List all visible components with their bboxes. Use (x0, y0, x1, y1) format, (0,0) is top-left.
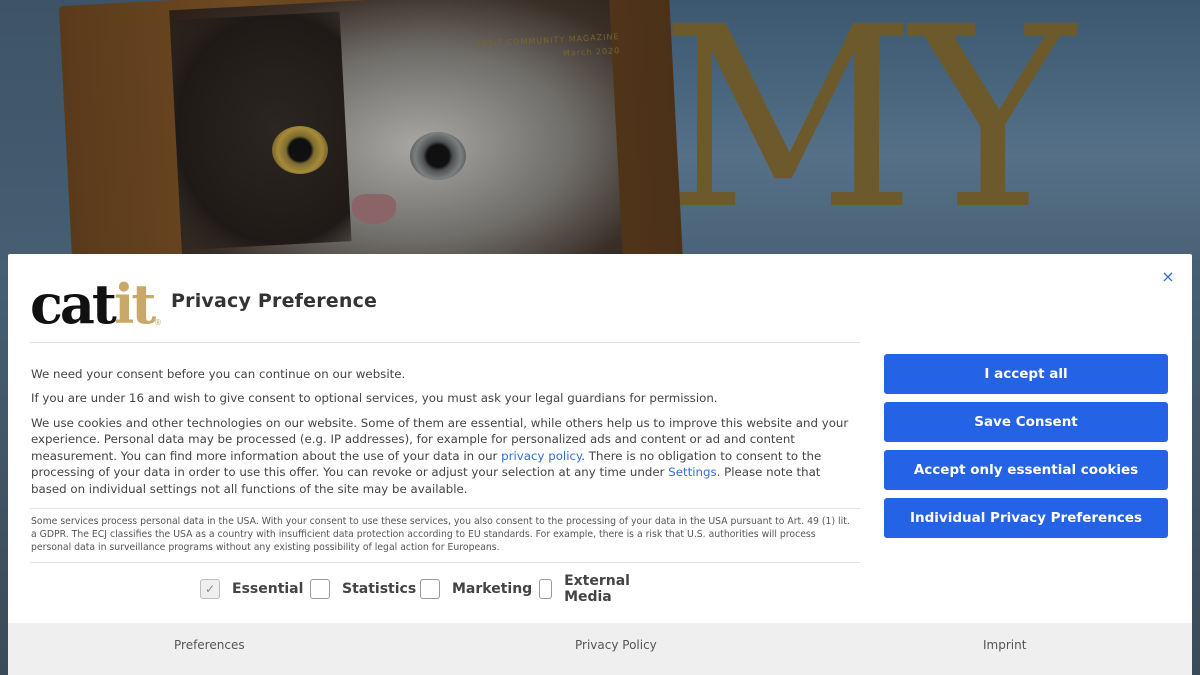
settings-link[interactable]: Settings (668, 465, 716, 479)
checkbox-essential-box: ✓ (200, 579, 220, 599)
cat-nose (352, 194, 396, 224)
divider (30, 562, 860, 563)
cat-eye-right (410, 132, 466, 180)
checkbox-marketing-label[interactable]: Marketing (452, 581, 532, 597)
footer-preferences-link[interactable]: Preferences (174, 638, 245, 652)
logo-text-accent: it (113, 272, 157, 336)
accept-all-button[interactable]: I accept all (884, 354, 1168, 394)
privacy-policy-link[interactable]: privacy policy (501, 449, 581, 463)
footer-imprint-link[interactable]: Imprint (983, 638, 1026, 652)
checkbox-essential-label: Essential (232, 581, 304, 597)
guardian-notice-text: If you are under 16 and wish to give con… (31, 391, 718, 405)
logo-text-main: cat (30, 272, 117, 336)
consent-intro-text: We need your consent before you can cont… (31, 367, 406, 381)
checkbox-statistics-label[interactable]: Statistics (342, 581, 416, 597)
usa-data-transfer-notice: Some services process personal data in t… (31, 516, 850, 553)
checkbox-external-media[interactable]: External Media (539, 573, 637, 605)
footer-privacy-policy-link[interactable]: Privacy Policy (575, 638, 657, 652)
logo-registered-mark: ® (154, 318, 162, 327)
dialog-footer: Preferences Privacy Policy Imprint (8, 623, 1192, 675)
checkbox-external-media-box[interactable] (539, 579, 553, 599)
dialog-title: Privacy Preference (171, 290, 378, 312)
cookie-description-text: We use cookies and other technologies on… (31, 415, 857, 497)
checkbox-statistics-box[interactable] (310, 579, 330, 599)
individual-privacy-preferences-button[interactable]: Individual Privacy Preferences (884, 498, 1168, 538)
accept-essential-button[interactable]: Accept only essential cookies (884, 450, 1168, 490)
checkbox-essential: ✓ Essential (200, 578, 303, 600)
save-consent-button[interactable]: Save Consent (884, 402, 1168, 442)
cat-dark-fur (169, 11, 352, 251)
divider (30, 508, 860, 509)
divider (30, 342, 860, 343)
logo-wordmark: catit (30, 277, 156, 331)
checkbox-marketing-box[interactable] (420, 579, 440, 599)
cat-eye-left (272, 126, 328, 174)
catit-logo: catit ® (30, 277, 165, 331)
background-headline: MY (660, 0, 1075, 264)
checkbox-external-media-label[interactable]: External Media (564, 573, 637, 605)
close-icon[interactable]: × (1159, 268, 1177, 286)
checkbox-marketing[interactable]: Marketing (420, 578, 532, 600)
checkbox-statistics[interactable]: Statistics (310, 578, 416, 600)
